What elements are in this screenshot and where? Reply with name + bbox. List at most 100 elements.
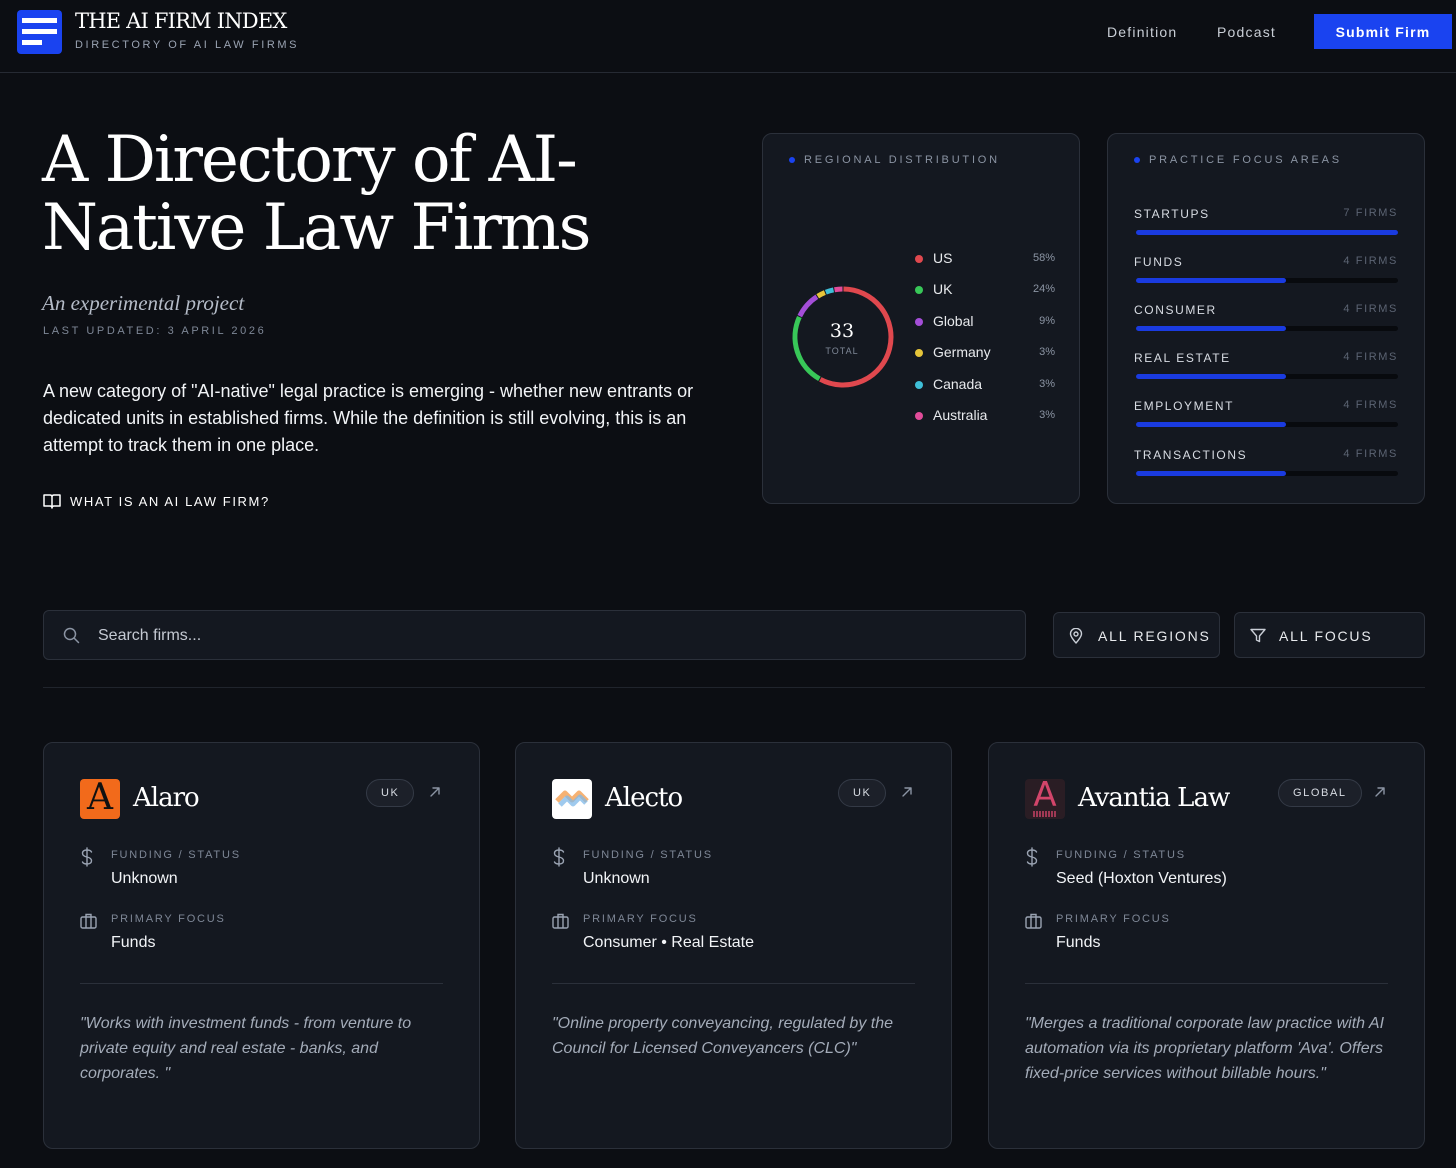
what-is-ai-law-firm-link[interactable]: WHAT IS AN AI LAW FIRM? bbox=[43, 493, 270, 509]
focus-area-name: TRANSACTIONS bbox=[1134, 448, 1248, 462]
primary-focus-value: Funds bbox=[111, 934, 156, 951]
section-divider bbox=[43, 687, 1425, 688]
firm-card-alaro[interactable]: A Alaro UK FUNDING / STATUS Unknown PRIM… bbox=[43, 742, 480, 1149]
briefcase-icon bbox=[552, 913, 569, 929]
book-icon bbox=[43, 494, 61, 509]
focus-row-startups: STARTUPS 7 FIRMS bbox=[1134, 207, 1398, 237]
search-input[interactable] bbox=[98, 623, 998, 649]
funding-label: FUNDING / STATUS bbox=[111, 849, 241, 861]
focus-area-name: CONSUMER bbox=[1134, 303, 1217, 317]
focus-bar-fill bbox=[1136, 230, 1398, 235]
primary-focus-value: Consumer • Real Estate bbox=[583, 934, 755, 951]
hero-tagline: An experimental project bbox=[42, 291, 245, 315]
all-focus-filter[interactable]: ALL FOCUS bbox=[1234, 612, 1425, 658]
legend-region-name: Australia bbox=[933, 407, 988, 423]
legend-row-germany: Germany 3% bbox=[915, 343, 1055, 363]
legend-row-canada: Canada 3% bbox=[915, 375, 1055, 395]
regional-distribution-label: REGIONAL DISTRIBUTION bbox=[789, 154, 1000, 166]
firm-description: "Online property conveyancing, regulated… bbox=[552, 1015, 893, 1057]
funding-value: Seed (Hoxton Ventures) bbox=[1056, 870, 1227, 887]
legend-dot-icon bbox=[915, 349, 923, 357]
legend-region-pct: 9% bbox=[1039, 315, 1055, 327]
legend-row-australia: Australia 3% bbox=[915, 406, 1055, 426]
focus-bar-track bbox=[1136, 422, 1398, 427]
card-divider bbox=[552, 983, 915, 984]
card-divider bbox=[1025, 983, 1388, 984]
external-link-arrow-icon[interactable] bbox=[1373, 785, 1387, 799]
all-regions-filter[interactable]: ALL REGIONS bbox=[1053, 612, 1220, 658]
external-link-arrow-icon[interactable] bbox=[428, 785, 442, 799]
legend-row-us: US 58% bbox=[915, 249, 1055, 269]
bullet-dot-icon bbox=[1134, 157, 1140, 163]
focus-bar-track bbox=[1136, 374, 1398, 379]
what-is-ai-law-firm-label: WHAT IS AN AI LAW FIRM? bbox=[70, 493, 270, 509]
legend-region-name: Global bbox=[933, 313, 974, 329]
region-badge: GLOBAL bbox=[1278, 779, 1362, 807]
nav-podcast[interactable]: Podcast bbox=[1217, 24, 1276, 40]
firm-name[interactable]: Alaro bbox=[133, 783, 200, 813]
focus-area-name: STARTUPS bbox=[1134, 207, 1210, 221]
funding-label: FUNDING / STATUS bbox=[583, 849, 713, 861]
site-title[interactable]: THE AI FIRM INDEX bbox=[75, 9, 287, 33]
firm-card-alecto[interactable]: Alecto UK FUNDING / STATUS Unknown PRIMA… bbox=[515, 742, 952, 1149]
primary-focus-label: PRIMARY FOCUS bbox=[583, 913, 698, 925]
alaro-logo-icon: A bbox=[80, 779, 120, 819]
alecto-chevrons-icon bbox=[555, 790, 589, 807]
focus-area-count: 4 FIRMS bbox=[1343, 399, 1398, 411]
firm-card-avantia-law[interactable]: A Avantia Law GLOBAL FUNDING / STATUS Se… bbox=[988, 742, 1425, 1149]
focus-area-name: EMPLOYMENT bbox=[1134, 399, 1235, 413]
practice-focus-label: PRACTICE FOCUS AREAS bbox=[1134, 154, 1342, 166]
donut-segment-uk bbox=[792, 315, 821, 381]
funding-value: Unknown bbox=[583, 870, 650, 887]
logo-letter: A bbox=[1033, 779, 1057, 815]
legend-region-pct: 3% bbox=[1039, 378, 1055, 390]
region-badge: UK bbox=[838, 779, 887, 807]
firm-description: "Works with investment funds - from vent… bbox=[80, 1015, 412, 1082]
firm-name[interactable]: Avantia Law bbox=[1078, 783, 1230, 813]
primary-focus-label: PRIMARY FOCUS bbox=[1056, 913, 1171, 925]
dollar-icon bbox=[81, 847, 93, 867]
site-subtitle: DIRECTORY OF AI LAW FIRMS bbox=[75, 39, 300, 51]
focus-area-count: 4 FIRMS bbox=[1343, 255, 1398, 267]
legend-dot-icon bbox=[915, 286, 923, 294]
funding-value: Unknown bbox=[111, 870, 178, 887]
briefcase-icon bbox=[80, 913, 97, 929]
focus-bar-fill bbox=[1136, 471, 1286, 476]
barcode-stripes-icon bbox=[1033, 811, 1056, 817]
legend-region-name: Germany bbox=[933, 344, 991, 360]
legend-dot-icon bbox=[915, 255, 923, 263]
focus-row-transactions: TRANSACTIONS 4 FIRMS bbox=[1134, 448, 1398, 478]
card-divider bbox=[80, 983, 443, 984]
focus-area-name: REAL ESTATE bbox=[1134, 351, 1231, 365]
legend-region-name: Canada bbox=[933, 376, 983, 392]
focus-row-funds: FUNDS 4 FIRMS bbox=[1134, 255, 1398, 285]
focus-bar-track bbox=[1136, 471, 1398, 476]
primary-focus-value: Funds bbox=[1056, 934, 1101, 951]
firm-name[interactable]: Alecto bbox=[605, 783, 683, 813]
regional-distribution-card: REGIONAL DISTRIBUTION 33 TOTAL US 58% UK… bbox=[762, 133, 1080, 504]
focus-row-real-estate: REAL ESTATE 4 FIRMS bbox=[1134, 351, 1398, 381]
external-link-arrow-icon[interactable] bbox=[900, 785, 914, 799]
search-icon bbox=[63, 627, 80, 644]
donut-segment-australia bbox=[834, 286, 843, 293]
legend-dot-icon bbox=[915, 412, 923, 420]
legend-row-uk: UK 24% bbox=[915, 280, 1055, 300]
legend-region-pct: 24% bbox=[1032, 283, 1055, 295]
logo-icon[interactable] bbox=[17, 10, 62, 54]
page-title-line-2: Native Law Firms bbox=[42, 191, 591, 265]
nav-definition[interactable]: Definition bbox=[1107, 24, 1177, 40]
regional-distribution-title: REGIONAL DISTRIBUTION bbox=[804, 154, 1000, 166]
focus-bar-track bbox=[1136, 278, 1398, 283]
page-title-line-1: A Directory of AI- bbox=[42, 123, 578, 197]
dollar-icon bbox=[553, 847, 565, 867]
submit-firm-button[interactable]: Submit Firm bbox=[1314, 14, 1452, 49]
firm-description: "Merges a traditional corporate law prac… bbox=[1025, 1015, 1385, 1082]
alecto-logo-icon bbox=[552, 779, 592, 819]
legend-region-pct: 3% bbox=[1039, 409, 1055, 421]
page-title: A Directory of AI- Native Law Firms bbox=[42, 126, 642, 262]
focus-bar-fill bbox=[1136, 326, 1286, 331]
legend-row-global: Global 9% bbox=[915, 312, 1055, 332]
legend-dot-icon bbox=[915, 318, 923, 326]
region-badge: UK bbox=[366, 779, 415, 807]
legend-region-name: US bbox=[933, 250, 953, 266]
